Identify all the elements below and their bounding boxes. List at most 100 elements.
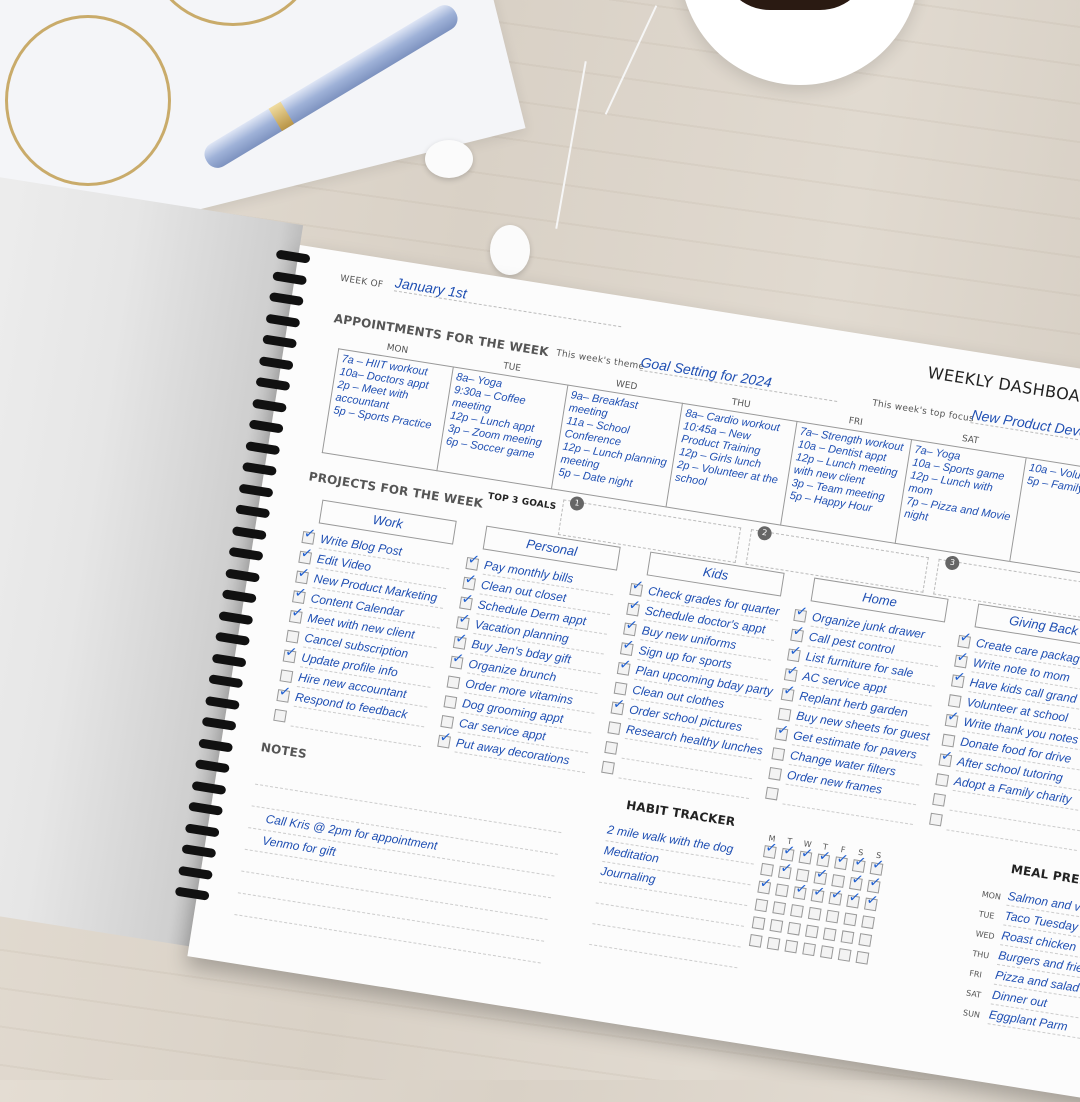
habit-checkbox[interactable] bbox=[825, 909, 840, 924]
habit-checkbox[interactable]: ✓ bbox=[762, 839, 778, 859]
habit-checkbox[interactable] bbox=[751, 916, 766, 930]
task-checkbox[interactable]: ✓ bbox=[276, 683, 292, 703]
task-checkbox[interactable] bbox=[947, 694, 962, 708]
task-checkbox[interactable]: ✓ bbox=[301, 525, 317, 545]
habit-checkbox[interactable] bbox=[802, 942, 816, 957]
habit-checkbox[interactable]: ✓ bbox=[810, 883, 826, 903]
task-checkbox[interactable]: ✓ bbox=[950, 669, 966, 689]
task-checkbox[interactable]: ✓ bbox=[629, 577, 645, 597]
habit-checkbox[interactable]: ✓ bbox=[757, 875, 773, 895]
habit-cell bbox=[838, 930, 858, 945]
project-category: Work ✓ Write Blog Post ✓ Edit Video ✓ New Prod… bbox=[273, 497, 457, 748]
task-checkbox[interactable]: ✓ bbox=[790, 623, 806, 643]
habit-cell bbox=[817, 945, 837, 960]
task-checkbox[interactable]: ✓ bbox=[282, 644, 298, 664]
task-checkbox[interactable]: ✓ bbox=[780, 682, 796, 702]
habit-checkbox[interactable] bbox=[784, 939, 799, 954]
habit-checkbox[interactable] bbox=[772, 901, 787, 915]
task-checkbox[interactable] bbox=[440, 715, 455, 729]
habit-checkbox[interactable] bbox=[807, 906, 822, 921]
task-checkbox[interactable] bbox=[607, 721, 622, 735]
task-checkbox[interactable]: ✓ bbox=[954, 649, 970, 669]
habit-checkbox[interactable]: ✓ bbox=[777, 860, 793, 880]
task-checkbox[interactable] bbox=[765, 786, 779, 801]
habit-checkbox[interactable] bbox=[748, 933, 763, 948]
task-checkbox[interactable] bbox=[273, 708, 287, 723]
task-checkbox[interactable] bbox=[613, 681, 628, 696]
task-checkbox[interactable]: ✓ bbox=[465, 551, 481, 571]
checkmark-icon: ✓ bbox=[955, 648, 970, 667]
task-checkbox[interactable]: ✓ bbox=[783, 662, 799, 682]
task-checkbox[interactable] bbox=[446, 675, 461, 690]
task-checkbox[interactable]: ✓ bbox=[437, 729, 453, 749]
checkmark-icon: ✓ bbox=[438, 729, 453, 747]
habit-checkbox[interactable] bbox=[858, 933, 873, 947]
task-checkbox[interactable]: ✓ bbox=[938, 748, 954, 768]
habit-checkbox[interactable] bbox=[787, 921, 801, 936]
checkmark-icon: ✓ bbox=[853, 853, 868, 872]
task-checkbox[interactable]: ✓ bbox=[288, 604, 304, 624]
task-checkbox[interactable] bbox=[777, 707, 792, 722]
task-checkbox[interactable] bbox=[929, 812, 943, 827]
habit-checkbox[interactable]: ✓ bbox=[828, 886, 844, 906]
theme-label: This week's theme bbox=[555, 348, 645, 373]
earbud-right bbox=[490, 225, 530, 275]
checkmark-icon: ✓ bbox=[779, 859, 794, 878]
task-checkbox[interactable]: ✓ bbox=[616, 656, 632, 676]
task-checkbox[interactable]: ✓ bbox=[455, 610, 471, 630]
habit-checkbox[interactable] bbox=[861, 915, 875, 930]
task-checkbox[interactable] bbox=[279, 669, 294, 684]
checkmark-icon: ✓ bbox=[814, 865, 829, 884]
task-checkbox[interactable]: ✓ bbox=[610, 696, 626, 716]
task-checkbox[interactable]: ✓ bbox=[774, 722, 790, 742]
habit-checkbox[interactable] bbox=[754, 898, 769, 913]
task-checkbox[interactable] bbox=[932, 792, 946, 807]
task-checkbox[interactable]: ✓ bbox=[944, 708, 960, 728]
habit-checkbox[interactable] bbox=[822, 927, 837, 942]
habit-checkbox[interactable] bbox=[805, 924, 819, 939]
task-checkbox[interactable]: ✓ bbox=[623, 617, 638, 637]
task-checkbox[interactable] bbox=[285, 629, 300, 644]
habit-checkbox[interactable]: ✓ bbox=[864, 892, 879, 912]
task-checkbox[interactable]: ✓ bbox=[452, 630, 468, 650]
checkmark-icon: ✓ bbox=[782, 682, 797, 700]
task-checkbox[interactable]: ✓ bbox=[298, 545, 314, 565]
task-checkbox[interactable]: ✓ bbox=[793, 603, 809, 623]
task-checkbox[interactable] bbox=[935, 773, 950, 787]
habit-checkbox[interactable] bbox=[840, 930, 855, 945]
habit-checkbox[interactable]: ✓ bbox=[792, 881, 808, 901]
checkmark-icon: ✓ bbox=[850, 871, 865, 889]
task-checkbox[interactable] bbox=[941, 733, 956, 748]
habit-checkbox[interactable]: ✓ bbox=[834, 851, 849, 871]
task-checkbox[interactable]: ✓ bbox=[459, 591, 475, 611]
habit-checkbox[interactable]: ✓ bbox=[846, 889, 862, 909]
task-checkbox[interactable]: ✓ bbox=[449, 650, 465, 670]
task-checkbox[interactable]: ✓ bbox=[957, 629, 973, 649]
task-checkbox[interactable]: ✓ bbox=[292, 585, 307, 605]
task-checkbox[interactable] bbox=[601, 760, 615, 775]
task-checkbox[interactable]: ✓ bbox=[787, 643, 802, 663]
habit-checkbox[interactable] bbox=[769, 919, 784, 933]
habit-checkbox[interactable] bbox=[820, 945, 834, 959]
task-checkbox[interactable] bbox=[768, 766, 782, 781]
habit-checkbox[interactable] bbox=[855, 950, 870, 965]
habit-checkbox[interactable] bbox=[766, 936, 781, 951]
habit-checkbox[interactable] bbox=[837, 948, 852, 962]
task-checkbox[interactable] bbox=[604, 741, 619, 755]
task-checkbox[interactable]: ✓ bbox=[619, 636, 635, 656]
habit-checkbox[interactable] bbox=[790, 904, 804, 918]
checkmark-icon: ✓ bbox=[611, 695, 626, 714]
habit-checkbox[interactable] bbox=[843, 912, 858, 927]
task-checkbox[interactable]: ✓ bbox=[295, 565, 311, 585]
task-checkbox[interactable]: ✓ bbox=[626, 597, 642, 617]
task-checkbox[interactable]: ✓ bbox=[462, 571, 478, 591]
habit-cell bbox=[781, 939, 801, 954]
notes-heading: NOTES bbox=[259, 740, 308, 762]
task-checkbox[interactable] bbox=[771, 747, 786, 761]
habit-cell: ✓ bbox=[825, 886, 845, 906]
habit-cell: ✓ bbox=[760, 839, 780, 860]
notes-area: Call Kris @ 2pm for appointment Venmo for… bbox=[234, 762, 565, 964]
habit-checkbox[interactable] bbox=[775, 883, 789, 898]
task-checkbox[interactable] bbox=[443, 695, 458, 710]
habit-checkbox[interactable]: ✓ bbox=[798, 845, 814, 865]
